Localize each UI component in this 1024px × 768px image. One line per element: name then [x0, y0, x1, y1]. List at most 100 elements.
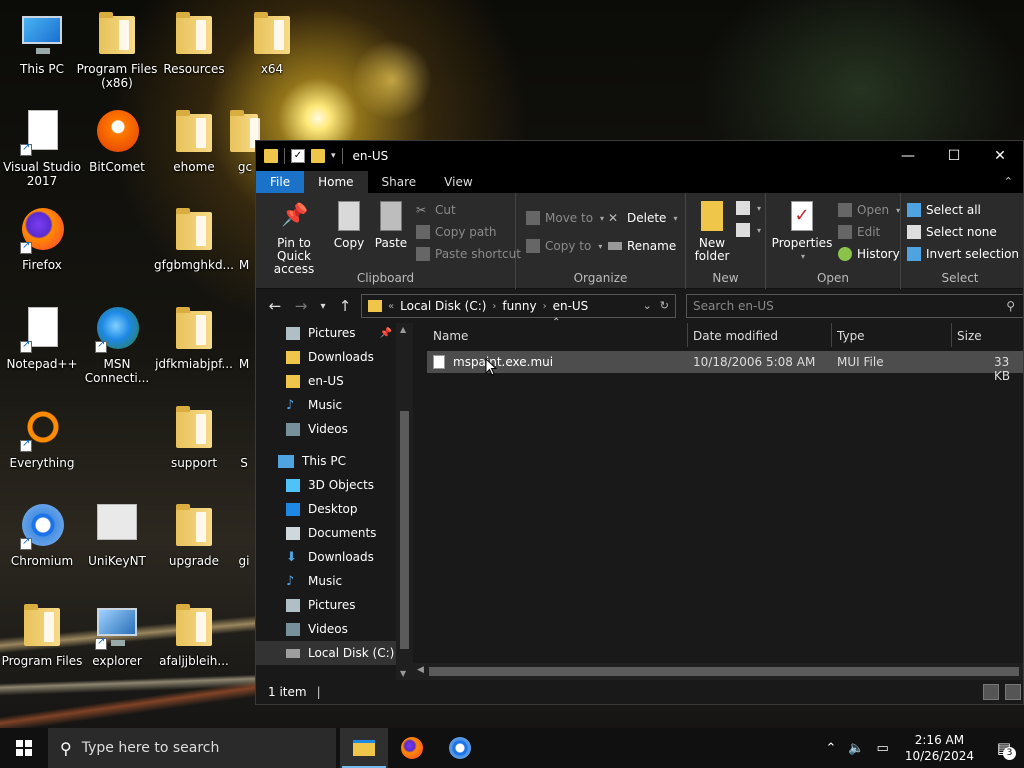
desktop-icon-visual-studio[interactable]: Visual Studio 2017 — [0, 108, 84, 188]
tab-share[interactable]: Share — [368, 171, 431, 193]
properties-check-icon[interactable]: ✓ — [291, 149, 305, 163]
desktop-icon-unikeynt[interactable]: UniKeyNT — [75, 502, 159, 568]
desktop-icon-notepad-plus-plus[interactable]: Notepad++ — [0, 305, 84, 371]
customize-dropdown-icon[interactable]: ▾ — [331, 151, 336, 161]
up-arrow-icon[interactable]: ↑ — [332, 297, 358, 315]
desktop-icon-chromium[interactable]: Chromium — [0, 502, 84, 568]
new-item-button[interactable]: ▾ — [736, 201, 761, 215]
nav-item-music[interactable]: ♪ Music — [256, 569, 396, 593]
scroll-left-icon[interactable]: ◀ — [417, 665, 424, 675]
desktop-icon-explorer[interactable]: explorer — [75, 602, 159, 668]
horizontal-scrollbar[interactable]: ◀ — [413, 663, 1023, 680]
nav-item-music-quick[interactable]: ♪ Music — [256, 393, 396, 417]
show-hidden-icons-chevron-icon[interactable]: ⌃ — [819, 741, 842, 756]
new-folder-icon[interactable] — [311, 149, 325, 163]
invert-selection-button[interactable]: Invert selection — [907, 247, 1019, 261]
nav-item-this-pc[interactable]: This PC — [256, 449, 396, 473]
breadcrumb-en-us[interactable]: en-US — [553, 299, 589, 313]
collapse-ribbon-icon[interactable]: ⌃ — [1004, 175, 1013, 188]
nav-item-downloads[interactable]: ⬇ Downloads — [256, 545, 396, 569]
desktop-icon-jdfkmiabjpf[interactable]: jdfkmiabjpf... — [152, 305, 236, 371]
network-icon[interactable]: ▭ — [871, 741, 895, 756]
desktop-icon-firefox[interactable]: Firefox — [0, 206, 84, 272]
back-arrow-icon[interactable]: ← — [262, 297, 288, 315]
maximize-button[interactable]: ☐ — [931, 141, 977, 171]
search-input[interactable]: Search en-US ⚲ — [686, 294, 1023, 318]
desktop-icon-m1[interactable]: M — [230, 206, 258, 272]
taskbar-chromium[interactable] — [436, 728, 484, 768]
copy-to-button[interactable]: Copy to ▾ — [526, 239, 602, 253]
column-header-date-modified[interactable]: Date modified — [687, 329, 778, 343]
breadcrumb-funny[interactable]: funny — [502, 299, 536, 313]
desktop-icon-gi[interactable]: gi — [230, 502, 258, 568]
desktop-icon-msn-connection[interactable]: MSN Connecti... — [75, 305, 159, 385]
move-to-button[interactable]: Move to ▾ — [526, 211, 604, 225]
nav-item-desktop[interactable]: Desktop — [256, 497, 396, 521]
file-explorer-window[interactable]: ✓ ▾ en-US — ☐ ✕ File Home Share View ⌃ 📌… — [255, 140, 1024, 705]
column-header-size[interactable]: Size — [951, 329, 982, 343]
nav-item-downloads-folder[interactable]: Downloads — [256, 345, 396, 369]
open-button[interactable]: Open ▾ — [838, 203, 900, 217]
title-bar[interactable]: ✓ ▾ en-US — ☐ ✕ — [256, 141, 1023, 171]
close-button[interactable]: ✕ — [977, 141, 1023, 171]
navigation-pane-scrollbar[interactable]: ▲ ▼ — [396, 323, 413, 680]
properties-button[interactable]: ✓ Properties ▾ — [772, 201, 832, 263]
nav-item-documents[interactable]: Documents — [256, 521, 396, 545]
address-bar[interactable]: « Local Disk (C:) › funny › en-US ⌄ ↻ — [361, 294, 676, 318]
tab-home[interactable]: Home — [304, 171, 368, 193]
edit-button[interactable]: Edit — [838, 225, 880, 239]
tab-view[interactable]: View — [430, 171, 486, 193]
pin-to-quick-access-button[interactable]: 📌 Pin to Quick access — [262, 201, 326, 276]
scrollbar-thumb[interactable] — [429, 667, 1019, 676]
address-dropdown-icon[interactable]: ⌄ — [643, 299, 652, 312]
recent-locations-chevron-icon[interactable]: ▾ — [314, 301, 332, 312]
taskbar-firefox[interactable] — [388, 728, 436, 768]
nav-item-pictures-pc[interactable]: Pictures — [256, 593, 396, 617]
clock[interactable]: 2:16 AM 10/26/2024 — [895, 732, 984, 764]
nav-item-videos[interactable]: Videos — [256, 617, 396, 641]
taskbar-file-explorer[interactable] — [340, 728, 388, 768]
desktop-icon-ehome[interactable]: ehome — [152, 108, 236, 174]
nav-item-3d-objects[interactable]: 3D Objects — [256, 473, 396, 497]
minimize-button[interactable]: — — [885, 141, 931, 171]
column-header-type[interactable]: Type — [831, 329, 865, 343]
forward-arrow-icon[interactable]: → — [288, 297, 314, 315]
select-none-button[interactable]: Select none — [907, 225, 997, 239]
taskbar-search-box[interactable]: ⚲ Type here to search — [48, 728, 336, 768]
breadcrumb-local-disk[interactable]: Local Disk (C:) — [400, 299, 486, 313]
desktop-icon-resources[interactable]: Resources — [152, 10, 236, 76]
paste-shortcut-button[interactable]: Paste shortcut — [416, 247, 521, 261]
desktop-icon-this-pc[interactable]: This PC — [0, 10, 84, 76]
chevron-right-icon[interactable]: › — [543, 301, 547, 312]
nav-item-en-us[interactable]: en-US — [256, 369, 396, 393]
desktop-icon-upgrade[interactable]: upgrade — [152, 502, 236, 568]
tab-file[interactable]: File — [256, 171, 305, 193]
paste-button[interactable]: Paste — [372, 201, 410, 250]
chevron-right-icon[interactable]: › — [492, 301, 496, 312]
start-button[interactable] — [0, 728, 48, 768]
desktop-icon-gfgbmghkd[interactable]: gfgbmghkd... — [152, 206, 236, 272]
history-button[interactable]: History — [838, 247, 900, 261]
details-view-button[interactable] — [983, 684, 999, 700]
copy-button[interactable]: Copy — [332, 201, 366, 250]
desktop-icon-program-files[interactable]: Program Files — [0, 602, 84, 668]
desktop-icon-afaljjbleih[interactable]: afaljjbleih... — [152, 602, 236, 668]
desktop-icon-bitcomet[interactable]: BitComet — [75, 108, 159, 174]
desktop-icon-s[interactable]: S — [230, 404, 258, 470]
nav-item-pictures[interactable]: Pictures 📌 — [256, 321, 396, 345]
desktop-icon-everything[interactable]: Everything — [0, 404, 84, 470]
large-icons-view-button[interactable] — [1005, 684, 1021, 700]
desktop-icon-x64[interactable]: x64 — [230, 10, 314, 76]
nav-item-local-disk[interactable]: Local Disk (C:) — [256, 641, 396, 665]
scroll-up-icon[interactable]: ▲ — [400, 325, 406, 334]
column-header-name[interactable]: Name — [427, 329, 468, 343]
volume-muted-icon[interactable]: 🔈 — [842, 741, 870, 756]
cut-button[interactable]: ✂ Cut — [416, 203, 456, 217]
delete-button[interactable]: ✕ Delete ▾ — [608, 211, 677, 225]
select-all-button[interactable]: Select all — [907, 203, 981, 217]
scroll-down-icon[interactable]: ▼ — [400, 669, 406, 678]
desktop-icon-support[interactable]: support — [152, 404, 236, 470]
easy-access-button[interactable]: ▾ — [736, 223, 761, 237]
scrollbar-thumb[interactable] — [400, 411, 409, 649]
desktop-icon-program-files-x86[interactable]: Program Files (x86) — [75, 10, 159, 90]
